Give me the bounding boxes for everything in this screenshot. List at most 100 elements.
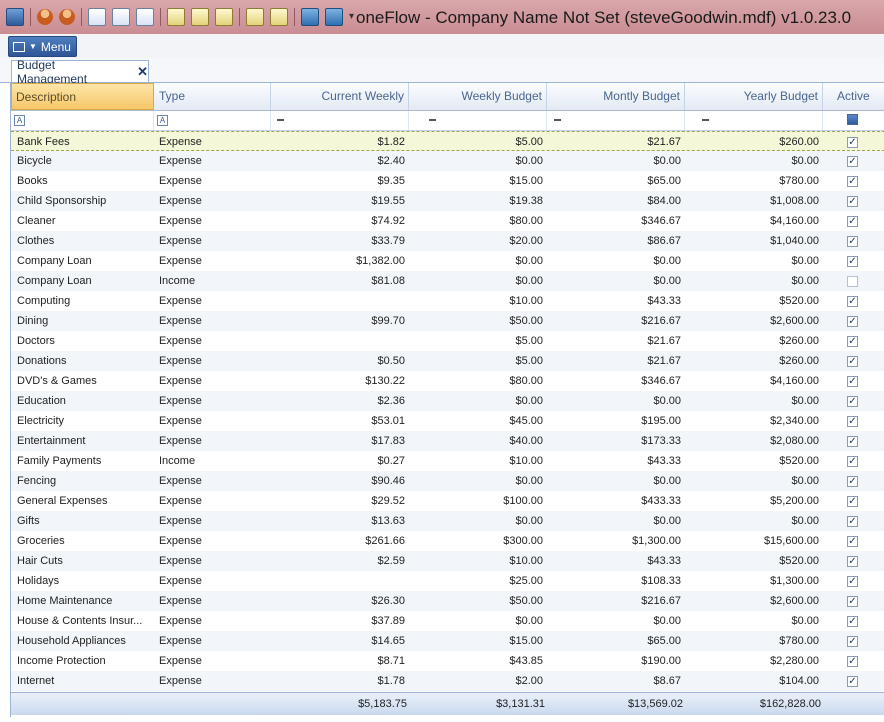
- active-checkbox-checked[interactable]: ✓: [847, 137, 858, 148]
- cell-weekly-budget[interactable]: $15.00: [409, 171, 543, 191]
- cell-weekly-budget[interactable]: $50.00: [409, 311, 543, 331]
- text-filter-icon[interactable]: A: [14, 115, 25, 126]
- cell-monthly-budget[interactable]: $346.67: [547, 211, 681, 231]
- cell-description[interactable]: General Expenses: [17, 491, 154, 511]
- cell-type[interactable]: Expense: [159, 251, 269, 271]
- cell-description[interactable]: Family Payments: [17, 451, 154, 471]
- column-header-active[interactable]: Active: [823, 83, 884, 110]
- cell-current-weekly[interactable]: $13.63: [271, 511, 405, 531]
- cell-description[interactable]: Computing: [17, 291, 154, 311]
- cell-monthly-budget[interactable]: $433.33: [547, 491, 681, 511]
- cell-type[interactable]: Income: [159, 271, 269, 291]
- cell-description[interactable]: Company Loan: [17, 271, 154, 291]
- table-row[interactable]: Company Loan Income $81.08 $0.00 $0.00 $0.00: [11, 271, 884, 291]
- filter-cell-type[interactable]: A: [154, 111, 284, 130]
- cell-yearly-budget[interactable]: $4,160.00: [685, 371, 819, 391]
- active-checkbox-checked[interactable]: ✓: [847, 516, 858, 527]
- cell-yearly-budget[interactable]: $0.00: [685, 611, 819, 631]
- cell-type[interactable]: Expense: [159, 591, 269, 611]
- cell-current-weekly[interactable]: $0.27: [271, 451, 405, 471]
- cell-monthly-budget[interactable]: $346.67: [547, 371, 681, 391]
- cell-type[interactable]: Expense: [159, 651, 269, 671]
- cell-description[interactable]: Education: [17, 391, 154, 411]
- cell-weekly-budget[interactable]: $5.00: [409, 331, 543, 351]
- user-icon[interactable]: [59, 9, 75, 25]
- filter-cell-current-weekly[interactable]: [271, 111, 436, 130]
- cell-description[interactable]: Groceries: [17, 531, 154, 551]
- report-icon[interactable]: [215, 8, 233, 26]
- cell-type[interactable]: Expense: [159, 411, 269, 431]
- cell-monthly-budget[interactable]: $43.33: [547, 451, 681, 471]
- cell-weekly-budget[interactable]: $0.00: [409, 391, 543, 411]
- cell-current-weekly[interactable]: $261.66: [271, 531, 405, 551]
- cell-current-weekly[interactable]: $37.89: [271, 611, 405, 631]
- active-checkbox-checked[interactable]: ✓: [847, 456, 858, 467]
- cell-monthly-budget[interactable]: $21.67: [547, 331, 681, 351]
- cell-yearly-budget[interactable]: $5,200.00: [685, 491, 819, 511]
- cell-yearly-budget[interactable]: $0.00: [685, 471, 819, 491]
- cell-description[interactable]: Bank Fees: [17, 132, 154, 152]
- table-row[interactable]: Fencing Expense $90.46 $0.00 $0.00 $0.00 ✓: [11, 471, 884, 491]
- active-checkbox-checked[interactable]: ✓: [847, 476, 858, 487]
- filter-cell-monthly-budget[interactable]: [547, 111, 709, 130]
- cell-monthly-budget[interactable]: $43.33: [547, 551, 681, 571]
- active-checkbox-checked[interactable]: ✓: [847, 576, 858, 587]
- cell-type[interactable]: Expense: [159, 291, 269, 311]
- cell-current-weekly[interactable]: $1.82: [271, 132, 405, 152]
- active-checkbox-checked[interactable]: ✓: [847, 416, 858, 427]
- cell-current-weekly[interactable]: $2.40: [271, 151, 405, 171]
- cell-current-weekly[interactable]: $74.92: [271, 211, 405, 231]
- cell-weekly-budget[interactable]: $5.00: [409, 351, 543, 371]
- report-icon[interactable]: [191, 8, 209, 26]
- cell-type[interactable]: Expense: [159, 211, 269, 231]
- active-checkbox-checked[interactable]: ✓: [847, 236, 858, 247]
- cell-type[interactable]: Expense: [159, 611, 269, 631]
- report-icon[interactable]: [167, 8, 185, 26]
- menu-button[interactable]: ▼ Menu: [8, 36, 77, 57]
- cell-description[interactable]: Bicycle: [17, 151, 154, 171]
- cell-weekly-budget[interactable]: $2.00: [409, 671, 543, 691]
- active-checkbox-checked[interactable]: ✓: [847, 196, 858, 207]
- cell-monthly-budget[interactable]: $43.33: [547, 291, 681, 311]
- active-checkbox-checked[interactable]: ✓: [847, 296, 858, 307]
- cell-monthly-budget[interactable]: $21.67: [547, 132, 681, 152]
- active-checkbox-checked[interactable]: ✓: [847, 616, 858, 627]
- cell-weekly-budget[interactable]: $80.00: [409, 211, 543, 231]
- cell-current-weekly[interactable]: $90.46: [271, 471, 405, 491]
- cell-weekly-budget[interactable]: $10.00: [409, 291, 543, 311]
- filter-cell-weekly-budget[interactable]: [409, 111, 561, 130]
- cell-monthly-budget[interactable]: $0.00: [547, 471, 681, 491]
- cell-monthly-budget[interactable]: $0.00: [547, 391, 681, 411]
- cell-yearly-budget[interactable]: $520.00: [685, 291, 819, 311]
- table-row[interactable]: Education Expense $2.36 $0.00 $0.00 $0.00 ✓: [11, 391, 884, 411]
- cell-description[interactable]: Gifts: [17, 511, 154, 531]
- cell-type[interactable]: Expense: [159, 191, 269, 211]
- cell-description[interactable]: Income Protection: [17, 651, 154, 671]
- cell-monthly-budget[interactable]: $1,300.00: [547, 531, 681, 551]
- column-header-weekly-budget[interactable]: Weekly Budget: [409, 83, 547, 110]
- active-checkbox-checked[interactable]: ✓: [847, 356, 858, 367]
- cell-type[interactable]: Expense: [159, 391, 269, 411]
- table-row[interactable]: Gifts Expense $13.63 $0.00 $0.00 $0.00 ✓: [11, 511, 884, 531]
- active-checkbox-checked[interactable]: ✓: [847, 396, 858, 407]
- notes-icon[interactable]: [246, 8, 264, 26]
- active-checkbox-checked[interactable]: ✓: [847, 436, 858, 447]
- table-row[interactable]: Doctors Expense $5.00 $21.67 $260.00 ✓: [11, 331, 884, 351]
- cell-type[interactable]: Expense: [159, 631, 269, 651]
- book-icon[interactable]: [325, 8, 343, 26]
- cell-weekly-budget[interactable]: $5.00: [409, 132, 543, 152]
- cell-yearly-budget[interactable]: $0.00: [685, 151, 819, 171]
- cell-description[interactable]: Child Sponsorship: [17, 191, 154, 211]
- filter-cell-description[interactable]: A: [11, 111, 154, 130]
- cell-yearly-budget[interactable]: $104.00: [685, 671, 819, 691]
- active-checkbox-checked[interactable]: ✓: [847, 676, 858, 687]
- table-row[interactable]: General Expenses Expense $29.52 $100.00 $433…: [11, 491, 884, 511]
- cell-monthly-budget[interactable]: $216.67: [547, 311, 681, 331]
- cell-weekly-budget[interactable]: $45.00: [409, 411, 543, 431]
- table-row[interactable]: Family Payments Income $0.27 $10.00 $43.33 $5…: [11, 451, 884, 471]
- cell-type[interactable]: Expense: [159, 171, 269, 191]
- cell-current-weekly[interactable]: $9.35: [271, 171, 405, 191]
- cell-current-weekly[interactable]: $26.30: [271, 591, 405, 611]
- cell-yearly-budget[interactable]: $260.00: [685, 132, 819, 152]
- cell-current-weekly[interactable]: $2.36: [271, 391, 405, 411]
